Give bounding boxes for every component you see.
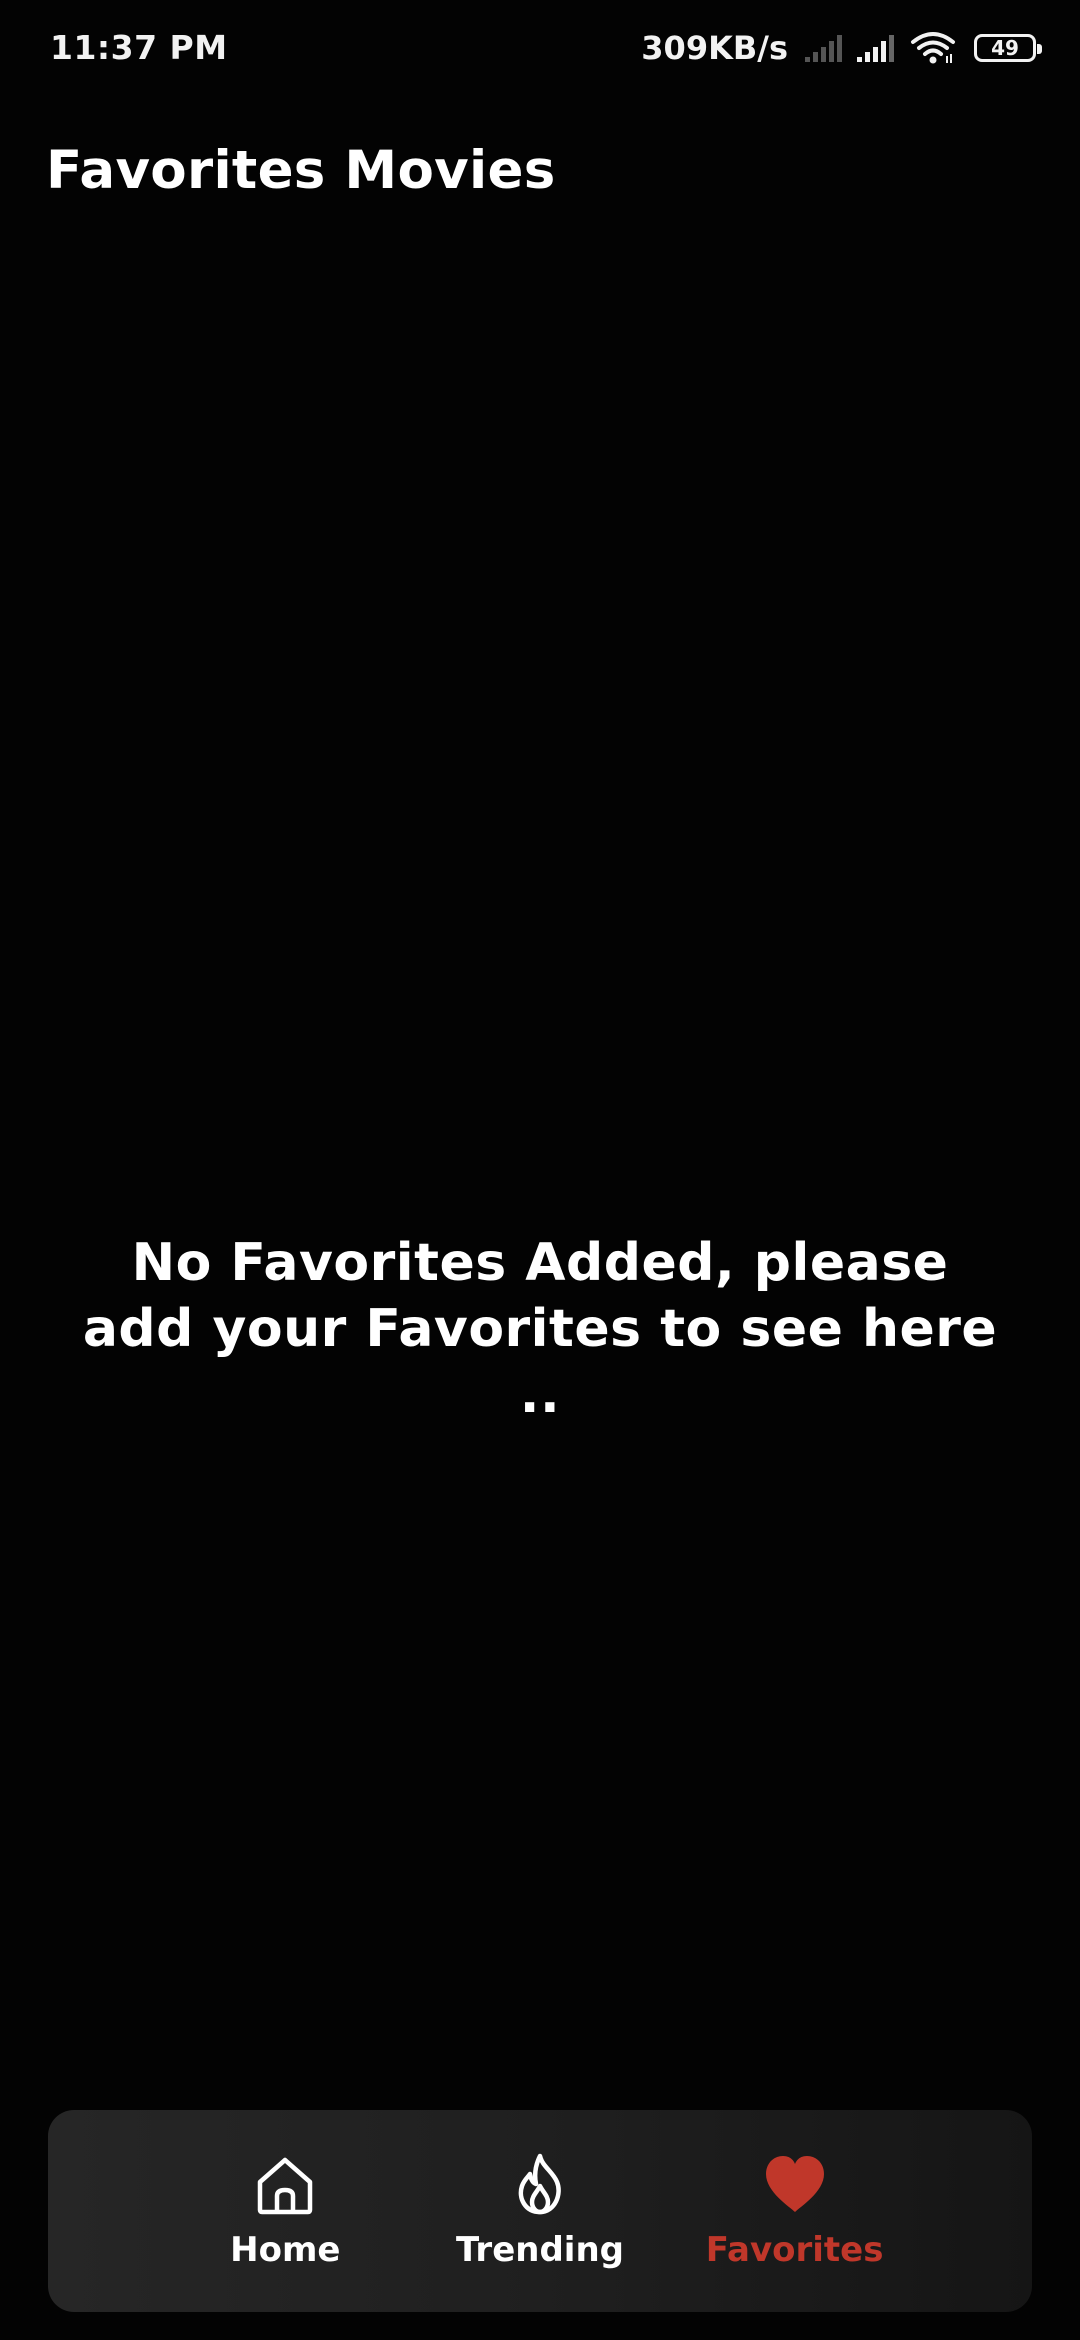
wifi-icon: [910, 31, 956, 65]
nav-label-trending: Trending: [455, 2230, 624, 2270]
bottom-navigation: Home Trending Favorites: [48, 2110, 1032, 2312]
empty-favorites-message: No Favorites Added, please add your Favo…: [82, 1233, 998, 1425]
nav-item-favorites[interactable]: Favorites: [680, 2126, 910, 2296]
battery-level: 49: [991, 36, 1019, 60]
status-indicators: 309KB/s 49: [641, 26, 1042, 70]
home-icon: [258, 2157, 313, 2215]
nav-label-favorites: Favorites: [705, 2230, 884, 2270]
signal-weak-icon: [804, 33, 844, 63]
network-speed: 309KB/s: [641, 29, 788, 67]
battery-icon: 49: [974, 34, 1042, 62]
nav-item-trending[interactable]: Trending: [425, 2126, 655, 2296]
page-title: Favorites Movies: [46, 140, 556, 201]
nav-label-home: Home: [230, 2230, 341, 2270]
nav-item-home[interactable]: Home: [170, 2126, 400, 2296]
flame-icon: [518, 2153, 561, 2215]
status-bar: 11:37 PM 309KB/s 49: [0, 0, 1080, 96]
status-time: 11:37 PM: [50, 28, 228, 67]
heart-icon: [765, 2156, 824, 2212]
signal-icon: [856, 33, 898, 63]
